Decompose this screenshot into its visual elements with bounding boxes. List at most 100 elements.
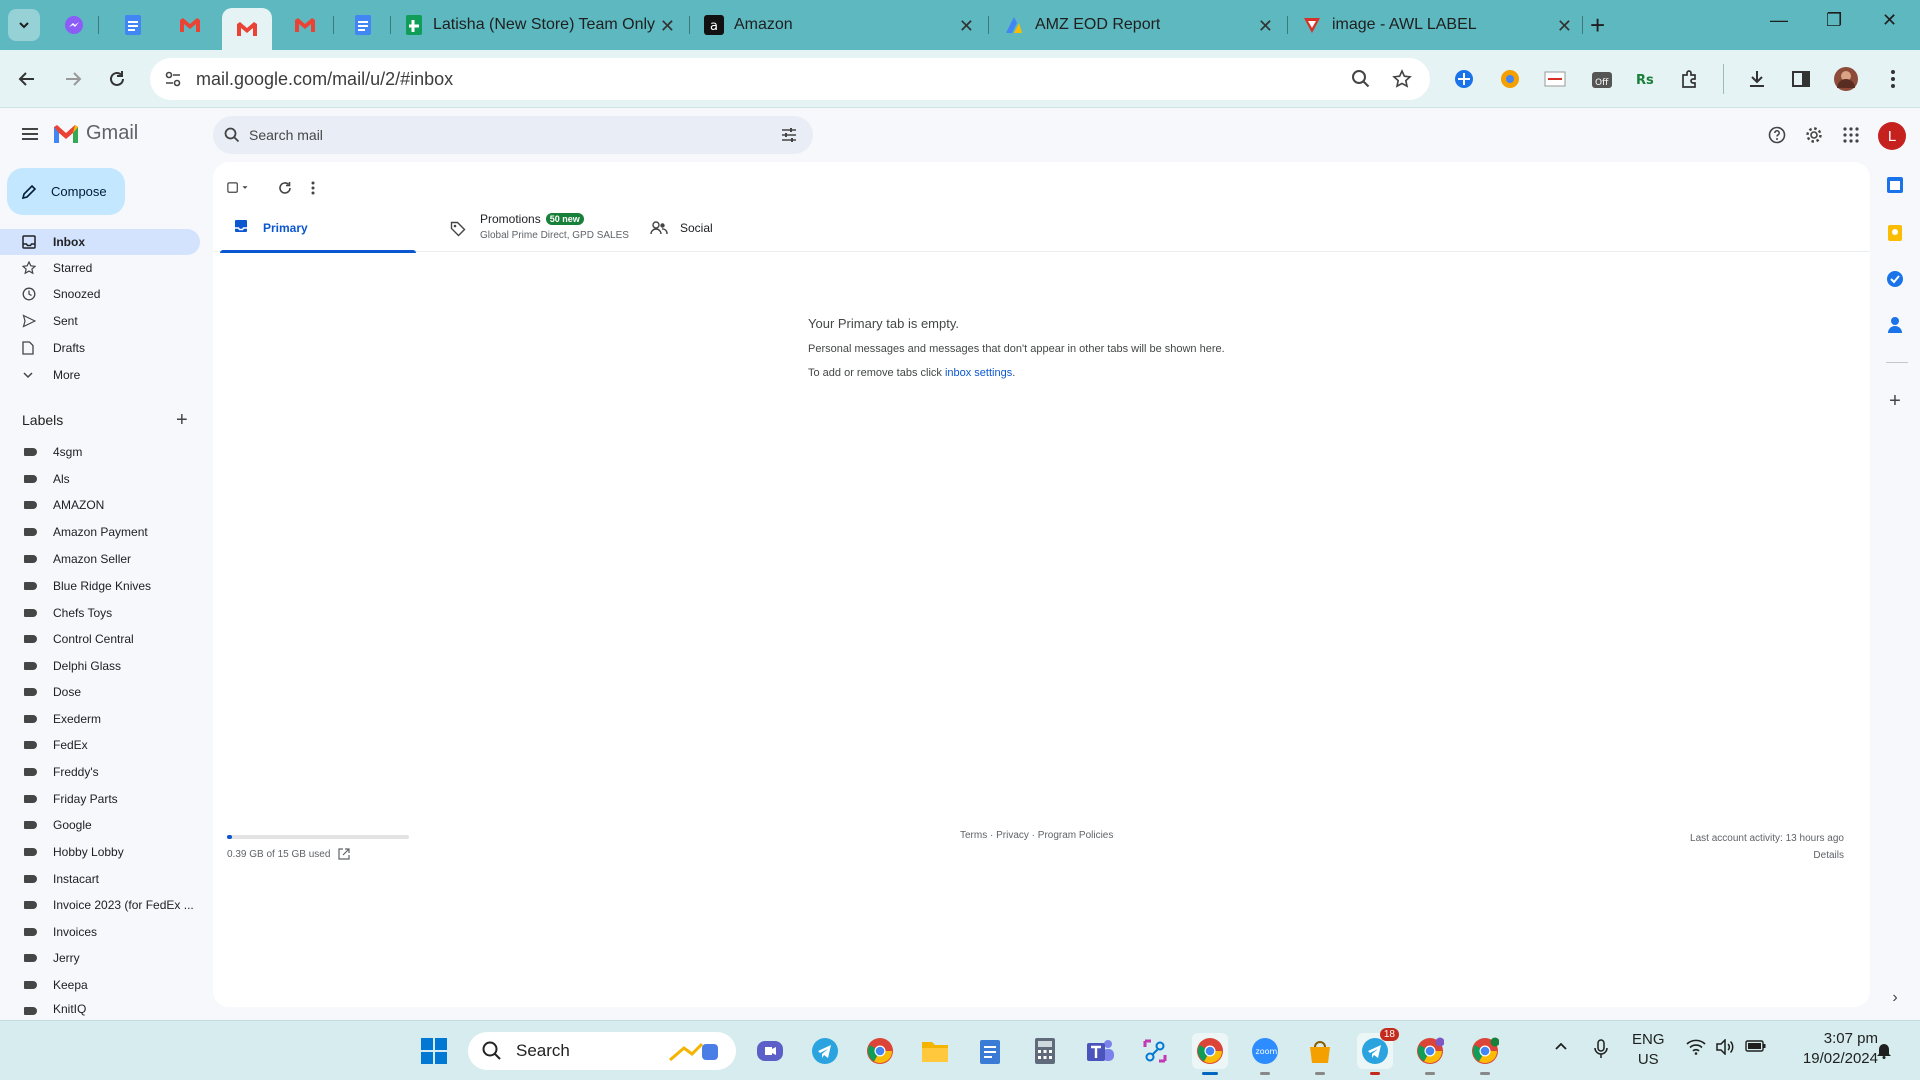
profile-avatar-icon[interactable]: [1833, 66, 1859, 92]
nav-item-snoozed[interactable]: Snoozed: [0, 281, 200, 307]
taskbar-zoom[interactable]: zoom: [1247, 1033, 1283, 1075]
nav-item-drafts[interactable]: Drafts: [0, 335, 200, 361]
nav-item-starred[interactable]: Starred: [0, 255, 200, 281]
label-item[interactable]: AMAZON: [0, 494, 200, 516]
label-item[interactable]: FedEx: [0, 734, 200, 756]
tab-search-button[interactable]: [8, 9, 40, 41]
minimize-button[interactable]: —: [1770, 10, 1788, 31]
extensions-puzzle-icon[interactable]: [1677, 66, 1703, 92]
battery-icon[interactable]: [1745, 1039, 1767, 1056]
label-item[interactable]: Dose: [0, 681, 200, 703]
taskbar-chrome-profile-3[interactable]: [1467, 1033, 1503, 1075]
support-icon[interactable]: [1766, 124, 1788, 146]
label-item[interactable]: KnitIQ: [0, 1000, 200, 1018]
close-icon[interactable]: ✕: [660, 16, 675, 37]
calendar-icon[interactable]: [1882, 172, 1908, 198]
label-item[interactable]: Invoices: [0, 921, 200, 943]
tasks-icon[interactable]: [1882, 266, 1908, 292]
restore-button[interactable]: ❐: [1826, 10, 1842, 31]
search-bar[interactable]: [213, 116, 813, 154]
label-item[interactable]: 4sgm: [0, 441, 200, 463]
wifi-icon[interactable]: [1686, 1039, 1706, 1058]
label-item[interactable]: Instacart: [0, 868, 200, 890]
url-text[interactable]: mail.google.com/mail/u/2/#inbox: [196, 69, 453, 90]
storage-usage[interactable]: 0.39 GB of 15 GB used: [227, 848, 351, 860]
side-panel-icon[interactable]: [1788, 66, 1814, 92]
account-avatar[interactable]: L: [1878, 122, 1906, 150]
label-item[interactable]: Blue Ridge Knives: [0, 575, 200, 597]
reload-button[interactable]: [102, 64, 132, 94]
extension-sale-icon[interactable]: [1542, 66, 1568, 92]
label-item[interactable]: Delphi Glass: [0, 655, 200, 677]
extension-orange-icon[interactable]: [1497, 66, 1523, 92]
keep-icon[interactable]: [1882, 220, 1908, 246]
zoom-icon[interactable]: [1350, 68, 1372, 90]
label-item[interactable]: Hobby Lobby: [0, 841, 200, 863]
new-tab-button[interactable]: +: [1590, 10, 1605, 40]
search-options-icon[interactable]: [781, 127, 797, 143]
label-item[interactable]: Google: [0, 814, 200, 836]
bookmark-star-icon[interactable]: [1391, 68, 1413, 90]
details-link[interactable]: Details: [1690, 847, 1844, 864]
extension-rs-icon[interactable]: Rs: [1632, 66, 1658, 92]
more-options-button[interactable]: [301, 176, 325, 200]
browser-tab-sheets[interactable]: Latisha (New Store) Team Only ✕: [395, 8, 685, 42]
site-settings-icon[interactable]: [162, 68, 184, 90]
notification-bell-icon[interactable]: [1876, 1041, 1892, 1062]
gmail-logo[interactable]: Gmail: [52, 122, 138, 145]
tab-promotions[interactable]: Promotions 50 new Global Prime Direct, GP…: [436, 202, 632, 252]
address-bar[interactable]: mail.google.com/mail/u/2/#inbox: [150, 58, 1430, 100]
nav-item-inbox[interactable]: Inbox: [0, 229, 200, 255]
label-item[interactable]: Exederm: [0, 708, 200, 730]
pinned-tab-messenger[interactable]: [54, 10, 94, 40]
label-item[interactable]: Als: [0, 468, 200, 490]
nav-item-more[interactable]: More: [0, 362, 200, 388]
tab-social[interactable]: Social: [640, 202, 836, 252]
pinned-tab-docs[interactable]: [113, 10, 153, 40]
taskbar-telegram-active[interactable]: 18: [1357, 1028, 1399, 1075]
taskbar-calculator[interactable]: [1027, 1033, 1063, 1069]
select-all-checkbox[interactable]: [227, 176, 251, 200]
label-item[interactable]: Amazon Seller: [0, 548, 200, 570]
browser-menu-icon[interactable]: [1880, 66, 1906, 92]
tab-primary[interactable]: Primary: [220, 202, 416, 253]
start-button[interactable]: [416, 1033, 452, 1069]
downloads-icon[interactable]: [1744, 66, 1770, 92]
microphone-icon[interactable]: [1593, 1039, 1609, 1062]
close-icon[interactable]: ✕: [1557, 16, 1572, 37]
taskbar-snipping-tool[interactable]: [1137, 1033, 1173, 1069]
taskbar-chrome-profile-2[interactable]: [1412, 1033, 1448, 1075]
refresh-button[interactable]: [273, 176, 297, 200]
back-button[interactable]: [12, 64, 42, 94]
browser-tab-amz-eod[interactable]: AMZ EOD Report ✕: [993, 8, 1283, 42]
label-item[interactable]: Jerry: [0, 947, 200, 969]
nav-item-sent[interactable]: Sent: [0, 308, 200, 334]
label-item[interactable]: Chefs Toys: [0, 602, 200, 624]
close-icon[interactable]: ✕: [1258, 16, 1273, 37]
get-addons-button[interactable]: +: [1882, 388, 1908, 414]
label-item[interactable]: Freddy's: [0, 761, 200, 783]
compose-button[interactable]: Compose: [7, 168, 125, 215]
label-item[interactable]: Amazon Payment: [0, 521, 200, 543]
contacts-icon[interactable]: [1882, 312, 1908, 338]
taskbar-notepad[interactable]: [972, 1033, 1008, 1069]
pinned-tab-docs-2[interactable]: [343, 10, 383, 40]
main-menu-button[interactable]: [18, 122, 42, 146]
settings-gear-icon[interactable]: [1803, 124, 1825, 146]
taskbar-file-explorer[interactable]: [917, 1033, 953, 1069]
extension-off-icon[interactable]: Off: [1590, 66, 1616, 92]
forward-button[interactable]: [58, 64, 88, 94]
browser-tab-awl-label[interactable]: image - AWL LABEL ✕: [1292, 8, 1582, 42]
add-label-button[interactable]: +: [176, 410, 188, 430]
extension-blue-icon[interactable]: [1451, 66, 1477, 92]
taskbar-teams[interactable]: [1082, 1033, 1118, 1069]
label-item[interactable]: Control Central: [0, 628, 200, 650]
volume-icon[interactable]: [1715, 1038, 1735, 1058]
inbox-settings-link[interactable]: inbox settings: [945, 367, 1012, 379]
taskbar-video-app[interactable]: [752, 1033, 788, 1069]
close-icon[interactable]: ✕: [959, 16, 974, 37]
expand-side-panel-chevron-icon[interactable]: ›: [1882, 985, 1908, 1011]
pinned-tab-gmail-2[interactable]: [285, 10, 325, 40]
pinned-tab-gmail-active[interactable]: [222, 8, 272, 50]
search-input[interactable]: [249, 116, 769, 154]
